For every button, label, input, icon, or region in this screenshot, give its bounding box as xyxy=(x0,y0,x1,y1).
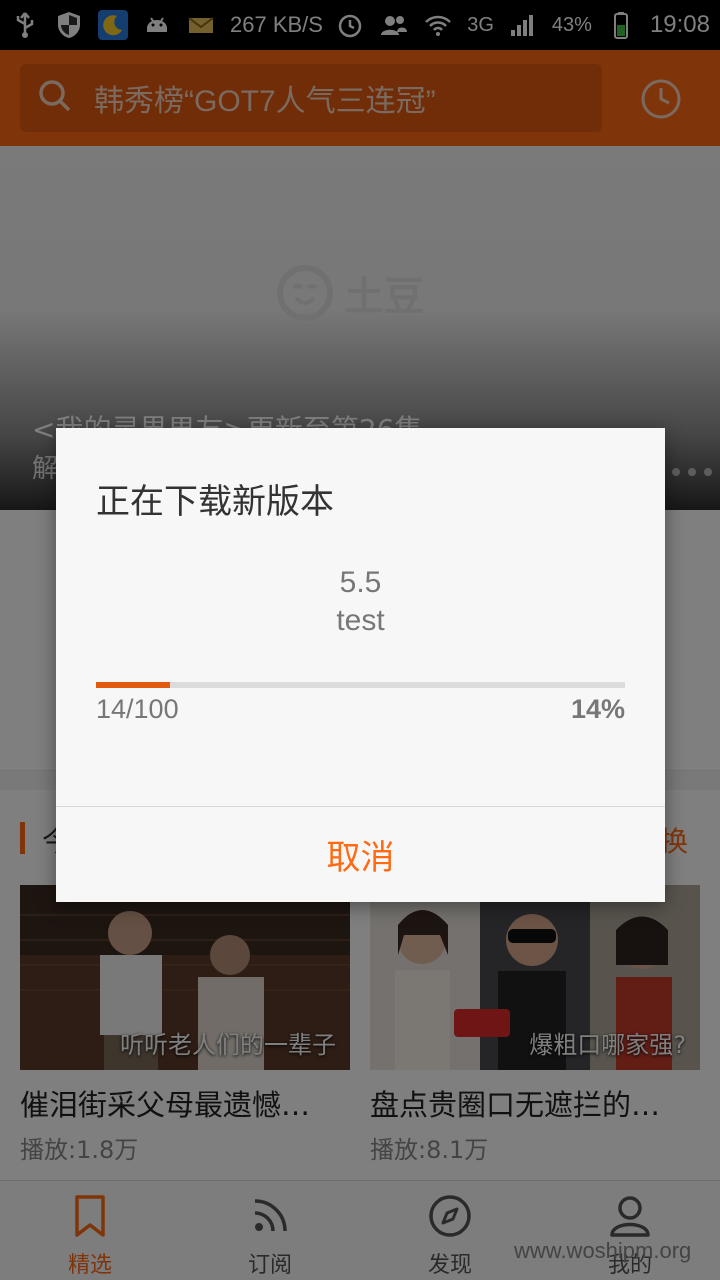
progress-percent: 14% xyxy=(570,694,625,724)
version-number: 5.5 xyxy=(339,566,382,599)
version-info: 5.5 test xyxy=(56,564,665,640)
progress-count: 14/100 xyxy=(96,694,179,724)
cancel-button[interactable]: 取消 xyxy=(56,807,665,902)
dialog-title: 正在下载新版本 xyxy=(96,482,334,522)
progress-fill xyxy=(96,682,171,688)
progress-bar xyxy=(96,682,625,688)
download-dialog: 正在下载新版本 5.5 test 14/100 14% 取消 xyxy=(56,428,665,902)
app-screen: 267 KB/S 3G 43% 19:08 xyxy=(0,0,720,1280)
version-note: test xyxy=(336,604,385,637)
